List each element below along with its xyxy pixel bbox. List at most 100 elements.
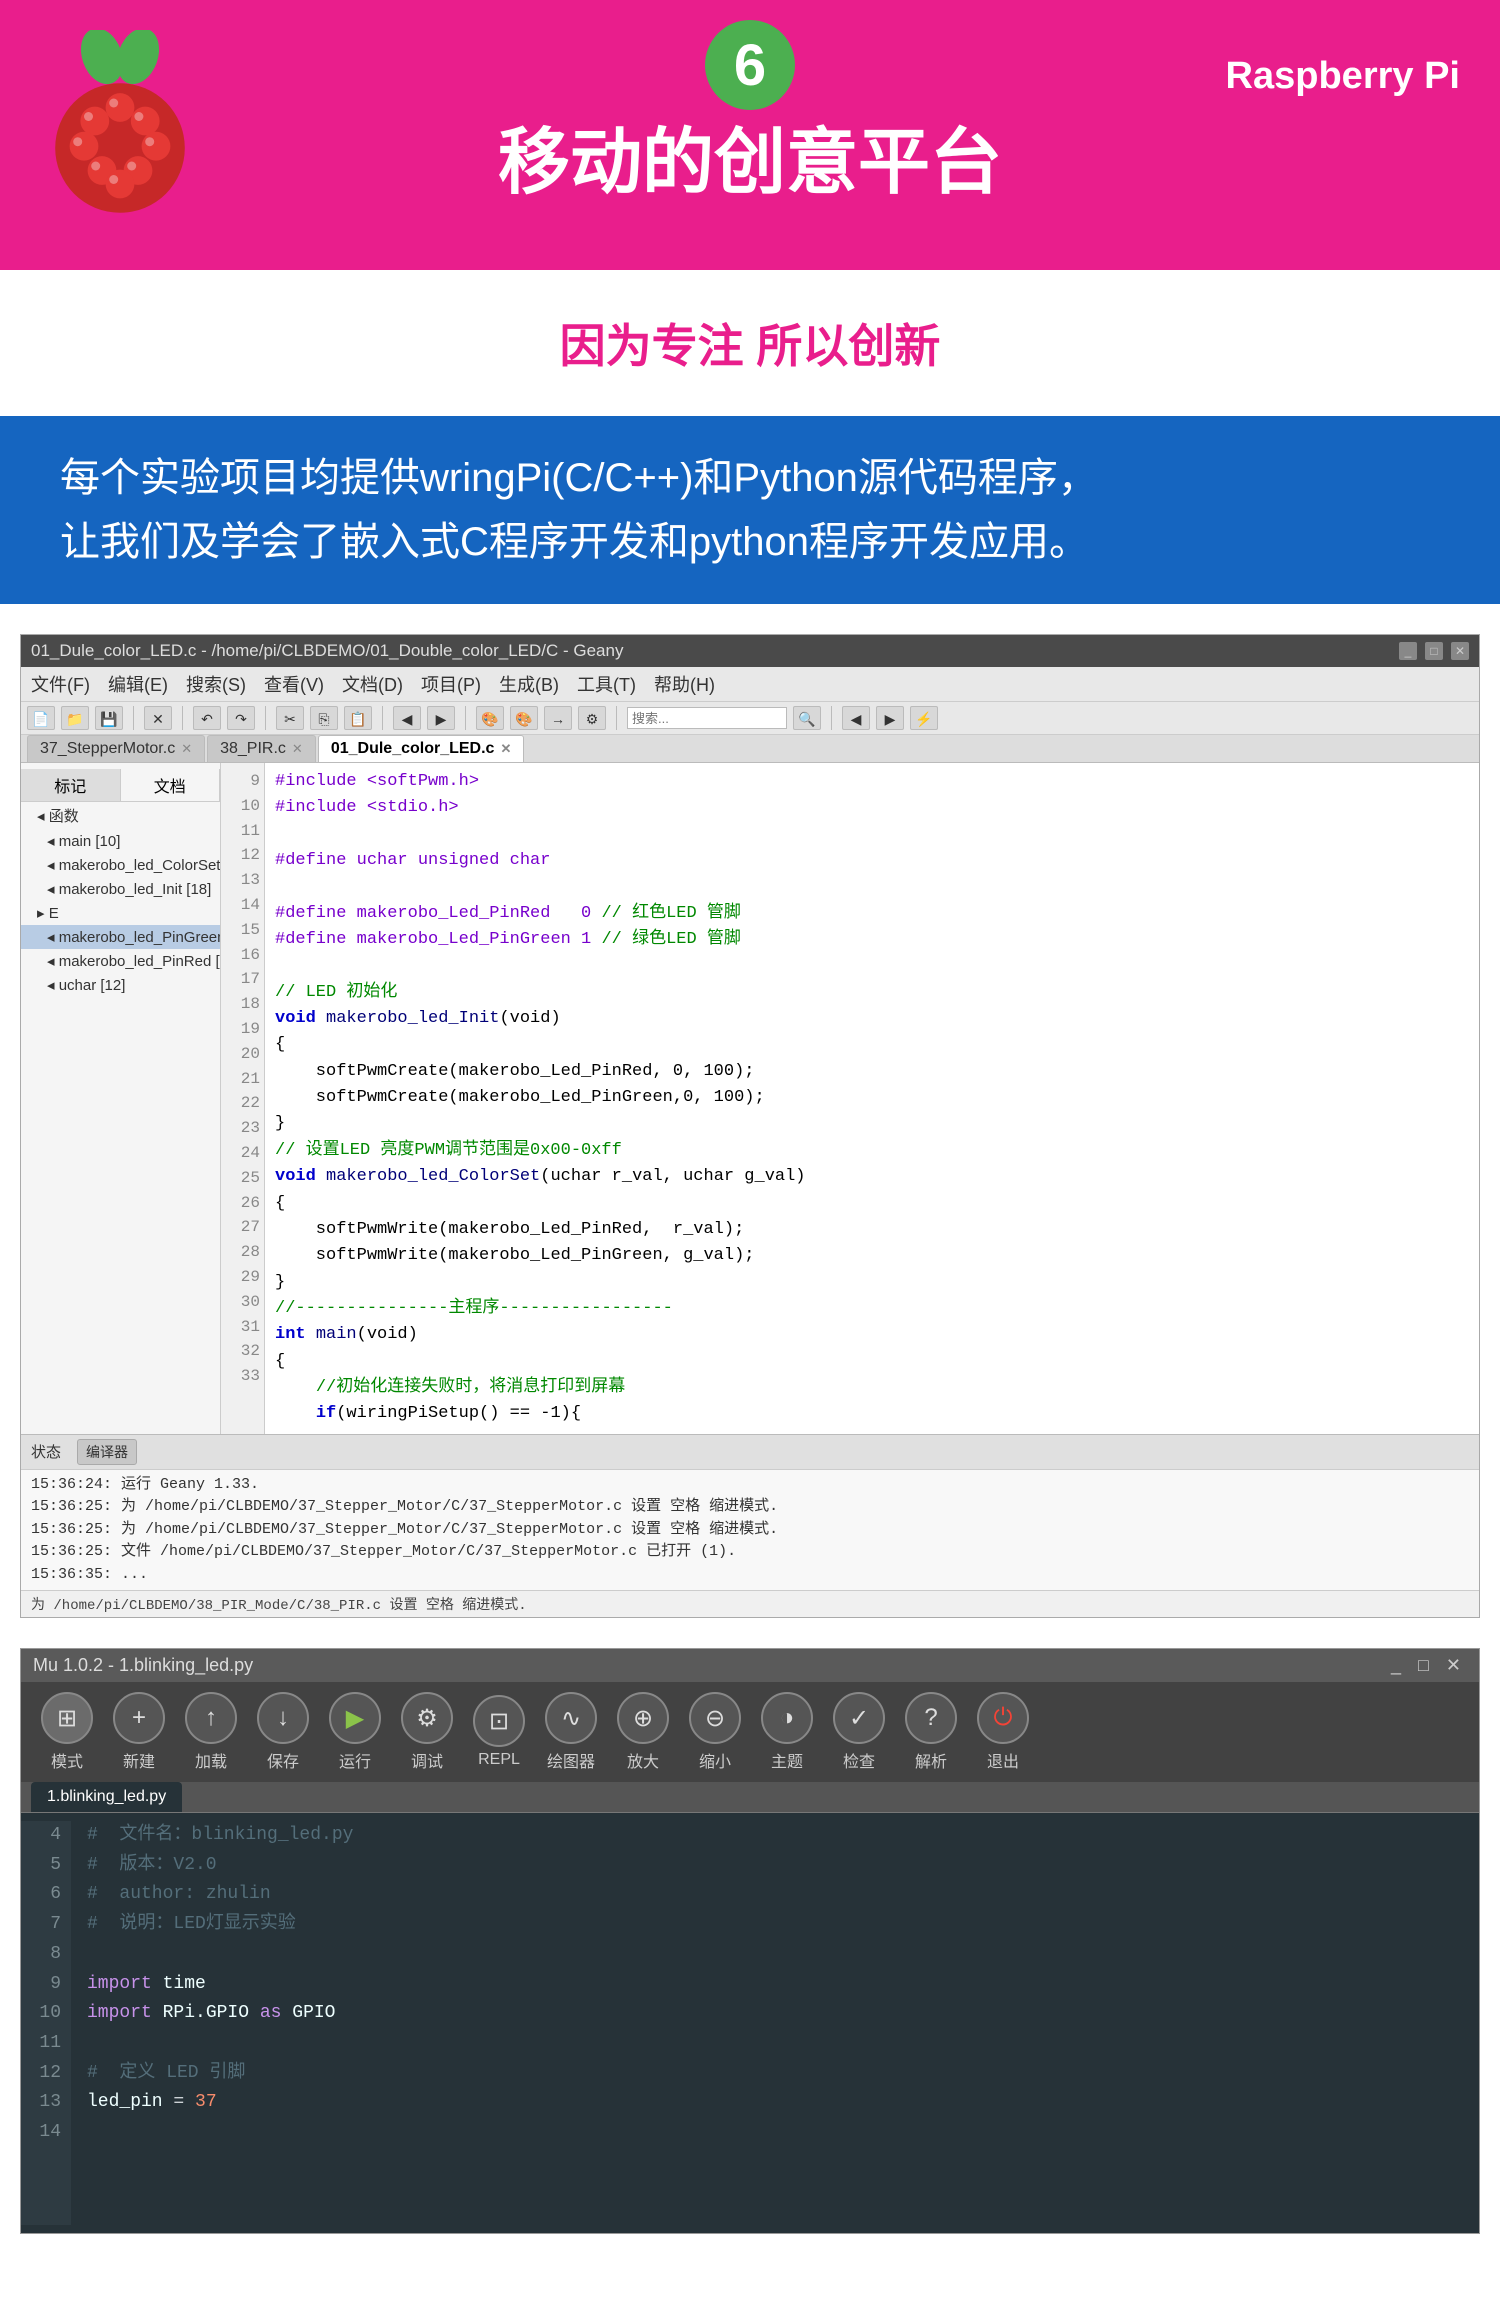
mu-repl-btn[interactable]: ⊡ REPL (473, 1695, 525, 1769)
mu-zoomout-btn[interactable]: ⊖ 缩小 (689, 1692, 741, 1772)
tab-pir-close[interactable]: ✕ (292, 741, 303, 756)
header-title: 移动的创意平台 (498, 103, 1002, 208)
tree-item-pinred[interactable]: ◂ makerobo_led_PinRed [14] (21, 949, 220, 973)
menu-help[interactable]: 帮助(H) (654, 671, 715, 697)
mu-new-icon: + (113, 1692, 165, 1744)
geany-body: 标记 文档 ◂ 函数 ◂ main [10] ◂ makerobo_led_Co… (21, 763, 1479, 1434)
toolbar-sep3 (265, 706, 266, 730)
tab-pir[interactable]: 38_PIR.c✕ (207, 735, 316, 762)
mu-save-icon: ↓ (257, 1692, 309, 1744)
mu-line-num-11: 11 (31, 2029, 61, 2059)
toolbar-open[interactable]: 📁 (61, 706, 89, 730)
mu-mode-btn[interactable]: ⊞ 模式 (41, 1692, 93, 1772)
mu-debug-btn[interactable]: ⚙ 调试 (401, 1692, 453, 1772)
mu-tab-blinking[interactable]: 1.blinking_led.py (31, 1782, 182, 1812)
mu-load-label: 加载 (195, 1748, 227, 1772)
menu-edit[interactable]: 编辑(E) (108, 671, 168, 697)
line-num-16: 16 (225, 943, 260, 968)
mu-check-btn[interactable]: ✓ 检查 (833, 1692, 885, 1772)
geany-log-area: 15:36:24: 运行 Geany 1.33. 15:36:25: 为 /ho… (21, 1469, 1479, 1591)
tree-item-uchar[interactable]: ◂ uchar [12] (21, 973, 220, 997)
toolbar-save[interactable]: 💾 (95, 706, 123, 730)
toolbar-cut[interactable]: ✂ (276, 706, 304, 730)
toolbar-paste[interactable]: 📋 (344, 706, 372, 730)
mu-zoomin-label: 放大 (627, 1748, 659, 1772)
geany-minimize-btn[interactable]: _ (1399, 642, 1417, 660)
mu-run-icon: ▶ (329, 1692, 381, 1744)
mu-new-btn[interactable]: + 新建 (113, 1692, 165, 1772)
mu-toolbar: ⊞ 模式 + 新建 ↑ 加载 ↓ 保存 ▶ 运行 ⚙ 调试 ⊡ REPL ∿ 绘 (21, 1682, 1479, 1782)
blue-banner: 每个实验项目均提供wringPi(C/C++)和Python源代码程序， 让我们… (0, 416, 1500, 604)
toolbar-copy[interactable]: ⎘ (310, 706, 338, 730)
mu-parse-btn[interactable]: ? 解析 (905, 1692, 957, 1772)
mu-maximize-btn[interactable]: □ (1418, 1655, 1429, 1675)
line-num-27: 27 (225, 1215, 260, 1240)
mu-zoomin-icon: ⊕ (617, 1692, 669, 1744)
blue-banner-line2: 让我们及学会了嵌入式C程序开发和python程序开发应用。 (60, 520, 1089, 564)
mu-run-btn[interactable]: ▶ 运行 (329, 1692, 381, 1772)
line-num-15: 15 (225, 918, 260, 943)
toolbar-sep7 (831, 706, 832, 730)
tree-item-functions[interactable]: ◂ 函数 (21, 802, 220, 829)
toolbar-search-next[interactable]: ▶ (427, 706, 455, 730)
compiler-btn[interactable]: 编译器 (77, 1439, 137, 1465)
toolbar-search-btn[interactable]: 🔍 (793, 706, 821, 730)
toolbar-extra[interactable]: ⚡ (910, 706, 938, 730)
tab-stepper-close[interactable]: ✕ (181, 741, 192, 756)
mu-minimize-btn[interactable]: _ (1391, 1655, 1401, 1675)
tab-dule-color-close[interactable]: ✕ (500, 741, 511, 756)
code-content[interactable]: #include <softPwm.h> #include <stdio.h> … (265, 763, 816, 1434)
toolbar-new[interactable]: 📄 (27, 706, 55, 730)
toolbar-close[interactable]: ✕ (144, 706, 172, 730)
toolbar-sep1 (133, 706, 134, 730)
toolbar-nav-prev[interactable]: ◀ (842, 706, 870, 730)
line-num-10: 10 (225, 794, 260, 819)
tree-item-colorset[interactable]: ◂ makerobo_led_ColorSet [24] (21, 853, 220, 877)
menu-project[interactable]: 项目(P) (421, 671, 481, 697)
menu-build[interactable]: 生成(B) (499, 671, 559, 697)
tab-dule-color[interactable]: 01_Dule_color_LED.c✕ (318, 735, 525, 762)
mu-new-label: 新建 (123, 1748, 155, 1772)
toolbar-search-input[interactable] (627, 707, 787, 729)
tree-item-main[interactable]: ◂ main [10] (21, 829, 220, 853)
sidebar-tab-marks[interactable]: 标记 (21, 769, 121, 801)
toolbar-compile[interactable]: ⚙ (578, 706, 606, 730)
log-line-2: 15:36:25: 为 /home/pi/CLBDEMO/37_Stepper_… (31, 1496, 1469, 1519)
menu-tools[interactable]: 工具(T) (577, 671, 636, 697)
toolbar-nav-next[interactable]: ▶ (876, 706, 904, 730)
toolbar-undo[interactable]: ↶ (193, 706, 221, 730)
toolbar-color2[interactable]: 🎨 (510, 706, 538, 730)
mu-quit-btn[interactable]: ⏻ 退出 (977, 1692, 1029, 1772)
mu-close-btn[interactable]: ✕ (1446, 1655, 1461, 1675)
menu-document[interactable]: 文档(D) (342, 671, 403, 697)
tab-stepper[interactable]: 37_StepperMotor.c✕ (27, 735, 205, 762)
menu-file[interactable]: 文件(F) (31, 671, 90, 697)
menu-view[interactable]: 查看(V) (264, 671, 324, 697)
mu-theme-btn[interactable]: ◑ 主题 (761, 1692, 813, 1772)
mu-zoomin-btn[interactable]: ⊕ 放大 (617, 1692, 669, 1772)
toolbar-search-prev[interactable]: ◀ (393, 706, 421, 730)
line-num-25: 25 (225, 1166, 260, 1191)
geany-close-btn[interactable]: ✕ (1451, 642, 1469, 660)
line-num-12: 12 (225, 843, 260, 868)
geany-titlebar: 01_Dule_color_LED.c - /home/pi/CLBDEMO/0… (21, 635, 1479, 667)
toolbar-color[interactable]: 🎨 (476, 706, 504, 730)
subtitle-text: 因为专注 所以创新 (560, 320, 941, 372)
tree-item-init[interactable]: ◂ makerobo_led_Init [18] (21, 877, 220, 901)
geany-maximize-btn[interactable]: □ (1425, 642, 1443, 660)
geany-bottom-status: 为 /home/pi/CLBDEMO/38_PIR_Mode/C/38_PIR.… (21, 1590, 1479, 1617)
sidebar-tab-docs[interactable]: 文档 (121, 769, 221, 801)
line-numbers: 9 10 11 12 13 14 15 16 17 18 19 20 21 22… (221, 763, 265, 1434)
mu-save-btn[interactable]: ↓ 保存 (257, 1692, 309, 1772)
mu-plotter-btn[interactable]: ∿ 绘图器 (545, 1692, 597, 1772)
toolbar-redo[interactable]: ↷ (227, 706, 255, 730)
mu-titlebar: Mu 1.0.2 - 1.blinking_led.py _ □ ✕ (21, 1649, 1479, 1682)
toolbar-arrow[interactable]: → (544, 706, 572, 730)
mu-load-btn[interactable]: ↑ 加载 (185, 1692, 237, 1772)
menu-search[interactable]: 搜索(S) (186, 671, 246, 697)
mu-code-content[interactable]: # 文件名：blinking_led.py # 版本：V2.0 # author… (71, 1821, 369, 2225)
toolbar-sep6 (616, 706, 617, 730)
tree-item-pingreen[interactable]: ◂ makerobo_led_PinGreen [13 (21, 925, 220, 949)
tree-item-e[interactable]: ▸ E (21, 901, 220, 925)
mu-window-controls: _ □ ✕ (1385, 1655, 1467, 1676)
